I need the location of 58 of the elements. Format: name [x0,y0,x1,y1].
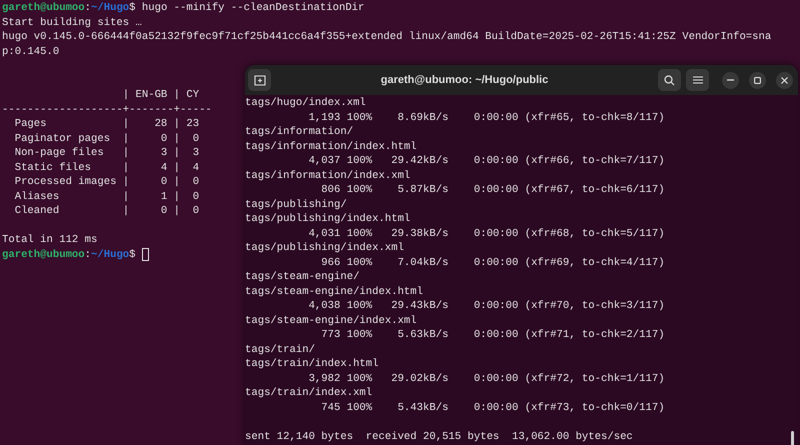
output-line: Total in 112 ms [2,233,98,248]
menu-icon [692,76,702,84]
output-line: tags/publishing/index.xml [245,241,404,256]
output-line: tags/steam-engine/index.xml [245,314,417,328]
output-line: tags/train/index.xml [245,386,372,400]
output-line: tags/train/index.html [245,357,379,372]
output-line: tags/publishing/index.html [245,212,410,226]
window-title: gareth@ubumoo: ~/Hugo/public [380,72,548,88]
table-row-text: Cleaned | 0 | 0 [14,204,200,218]
prompt-path: ~/Hugo [91,248,130,262]
output-line: tags/information/index.html [245,140,417,154]
output-line: tags/train/ [245,342,315,357]
output-line: sent 12,140 bytes received 20,515 bytes 13,062.00 bytes/sec [245,430,633,444]
progress-line: 4,038 100% 29.43kB/s 0:00:00 (xfr#70, to-chk=3/117) [308,299,665,314]
output-line: tags/hugo/index.xml [245,96,366,110]
minimize-button[interactable] [722,72,739,88]
search-button[interactable] [658,69,681,91]
progress-line: 806 100% 5.87kB/s 0:00:00 (xfr#67, to-chk=6/117) [320,183,665,198]
table-row-text: Non-page files | 3 | 3 [14,146,200,160]
maximize-icon [754,76,761,84]
new-tab-button[interactable] [248,69,271,91]
table-row-text: Aliases | 1 | 0 [14,190,200,204]
output-line: Start building sites … [2,16,142,30]
table-header: | EN-GB | CY [122,88,200,102]
table-row-text: Processed images | 0 | 0 [14,175,200,190]
minimize-icon [727,79,734,81]
progress-line: 745 100% 5.43kB/s 0:00:00 (xfr#73, to-chk=0/117) [320,400,665,415]
progress-line: 4,031 100% 29.38kB/s 0:00:00 (xfr#68, to-chk=5/117) [308,226,665,241]
progress-line: 773 100% 5.63kB/s 0:00:00 (xfr#71, to-chk=2/117) [320,328,665,342]
prompt-symbol: $ [129,248,136,262]
output-line: tags/steam-engine/index.html [245,284,424,299]
search-icon [664,74,675,86]
table-row-text: Paginator pages | 0 | 0 [14,132,200,146]
output-line: hugo v0.145.0-666444f0a52132f9fec9f71cf25b441cc6a4f355+extended linux/amd64 BuildDate=2025-02-26T15:41:25Z VendorInfo=sna [2,30,772,44]
output-line: tags/information/ [245,125,354,140]
progress-line: 3,982 100% 29.02kB/s 0:00:00 (xfr#72, to-chk=1/117) [308,372,665,386]
prompt-symbol: $ [129,1,136,16]
prompt-user: gareth@ubumoo [2,248,85,262]
close-icon [781,76,788,84]
output-line: p:0.145.0 [2,44,60,59]
prompt-colon: : [84,1,92,16]
prompt-user: gareth@ubumoo [2,1,85,16]
progress-line: 966 100% 7.04kB/s 0:00:00 (xfr#69, to-chk=4/117) [320,256,665,270]
output-line: tags/information/index.xml [245,168,410,183]
close-button[interactable] [776,72,793,88]
progress-line: 1,193 100% 8.69kB/s 0:00:00 (xfr#65, to-chk=8/117) [308,110,665,125]
maximize-button[interactable] [749,72,766,88]
table-rule: -------------------+-------+----- [2,102,212,117]
command-text: hugo --minify --cleanDestinationDir [142,1,364,16]
table-row-text: Static files | 4 | 4 [14,160,200,175]
output-line: tags/steam-engine/ [245,270,360,284]
new-tab-icon [254,74,266,86]
prompt-path: ~/Hugo [91,1,130,16]
table-row-text: Pages | 28 | 23 [14,117,200,132]
output-line: tags/publishing/ [245,198,347,212]
prompt-colon: : [84,248,92,262]
progress-line: 4,037 100% 29.42kB/s 0:00:00 (xfr#66, to-chk=7/117) [308,154,665,168]
menu-button[interactable] [686,69,709,91]
